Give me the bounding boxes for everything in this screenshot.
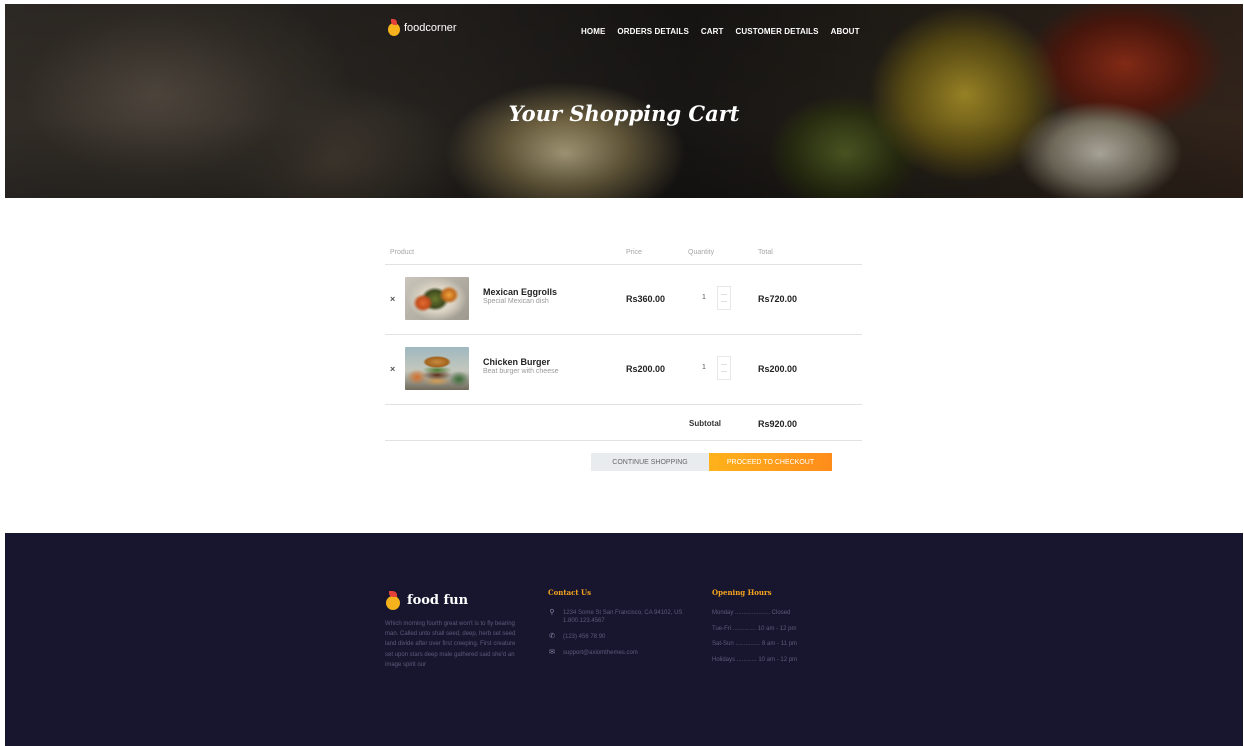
quantity-stepper[interactable] bbox=[717, 356, 731, 380]
quantity-stepper[interactable] bbox=[717, 286, 731, 310]
quantity-control: 1 bbox=[697, 282, 737, 313]
hours-heading: Opening Hours bbox=[712, 588, 772, 597]
contact-phone-text: (123) 456 78 90 bbox=[563, 634, 606, 640]
cart-row: × Chicken Burger Beat burger with cheese… bbox=[385, 335, 862, 405]
envelope-icon: ✉ bbox=[549, 649, 555, 656]
nav-home[interactable]: HOME bbox=[581, 27, 605, 36]
phone-icon: ✆ bbox=[549, 633, 555, 640]
product-name[interactable]: Mexican Eggrolls bbox=[483, 287, 557, 297]
hours-item: Holidays ............ 10 am - 12 pm bbox=[712, 656, 798, 663]
column-total: Total bbox=[758, 249, 773, 256]
remove-item-button[interactable]: × bbox=[390, 294, 395, 304]
footer: food fun Which morning fourth great won'… bbox=[5, 533, 1243, 746]
hours-item: Tue-Fri .............. 10 am - 12 pm bbox=[712, 625, 797, 632]
contact-email[interactable]: ✉ support@axiomthemes.com bbox=[548, 649, 688, 657]
cart-table: Product Price Quantity Total × Mexican E… bbox=[385, 244, 862, 441]
page-title: Your Shopping Cart bbox=[508, 101, 740, 126]
continue-shopping-button[interactable]: CONTINUE SHOPPING bbox=[591, 453, 709, 471]
product-price: Rs360.00 bbox=[626, 294, 666, 304]
product-image[interactable] bbox=[405, 347, 469, 390]
cart-row: × Mexican Eggrolls Special Mexican dish … bbox=[385, 265, 862, 335]
hours-item: Monday ..................... Closed bbox=[712, 610, 791, 616]
page: foodcorner HOME ORDERS DETAILS CART CUST… bbox=[0, 0, 1244, 746]
subtotal-row: Subtotal Rs920.00 bbox=[385, 405, 862, 441]
contact-list: ⚲ 1234 Some St San Francisco, CA 94102, … bbox=[548, 609, 688, 665]
product-description: Beat burger with cheese bbox=[483, 368, 559, 375]
hours-item: Sat-Sun ............... 8 am - 11 pm bbox=[712, 641, 797, 647]
hours-list: Monday ..................... Closed Tue-… bbox=[712, 610, 842, 672]
product-name[interactable]: Chicken Burger bbox=[483, 357, 550, 367]
subtotal-label: Subtotal bbox=[689, 419, 721, 428]
footer-logo-text: food fun bbox=[407, 593, 469, 608]
cart-table-header: Product Price Quantity Total bbox=[385, 244, 862, 265]
column-quantity: Quantity bbox=[688, 249, 715, 256]
contact-address: ⚲ 1234 Some St San Francisco, CA 94102, … bbox=[548, 609, 688, 625]
contact-email-text: support@axiomthemes.com bbox=[563, 650, 638, 656]
subtotal-value: Rs920.00 bbox=[758, 419, 798, 429]
column-product: Product bbox=[390, 249, 415, 256]
footer-logo[interactable]: food fun bbox=[386, 591, 468, 610]
quantity-control: 1 bbox=[697, 352, 737, 383]
product-total: Rs200.00 bbox=[758, 364, 798, 374]
proceed-to-checkout-button[interactable]: PROCEED TO CHECKOUT bbox=[709, 453, 832, 471]
remove-item-button[interactable]: × bbox=[390, 364, 395, 374]
contact-phone[interactable]: ✆ (123) 456 78 90 bbox=[548, 633, 688, 641]
hero-banner: foodcorner HOME ORDERS DETAILS CART CUST… bbox=[5, 4, 1243, 198]
product-total: Rs720.00 bbox=[758, 294, 798, 304]
product-image[interactable] bbox=[405, 277, 469, 320]
nav-orders-details[interactable]: ORDERS DETAILS bbox=[617, 27, 688, 36]
product-description: Special Mexican dish bbox=[483, 298, 549, 305]
nav-customer-details[interactable]: CUSTOMER DETAILS bbox=[736, 27, 819, 36]
pineapple-logo-icon bbox=[387, 19, 401, 36]
quantity-input[interactable]: 1 bbox=[697, 364, 711, 371]
contact-address-text: 1234 Some St San Francisco, CA 94102, US… bbox=[563, 610, 683, 624]
site-logo[interactable]: foodcorner bbox=[387, 19, 457, 36]
logo-text: foodcorner bbox=[404, 21, 457, 34]
product-price: Rs200.00 bbox=[626, 364, 666, 374]
nav-about[interactable]: ABOUT bbox=[831, 27, 860, 36]
quantity-input[interactable]: 1 bbox=[697, 294, 711, 301]
main-nav: HOME ORDERS DETAILS CART CUSTOMER DETAIL… bbox=[581, 27, 860, 36]
pineapple-logo-icon bbox=[386, 591, 400, 610]
column-price: Price bbox=[626, 249, 642, 256]
nav-cart[interactable]: CART bbox=[701, 27, 724, 36]
map-pin-icon: ⚲ bbox=[549, 609, 555, 616]
contact-heading: Contact Us bbox=[548, 588, 592, 597]
footer-about-text: Which morning fourth great won't is to f… bbox=[385, 621, 516, 668]
